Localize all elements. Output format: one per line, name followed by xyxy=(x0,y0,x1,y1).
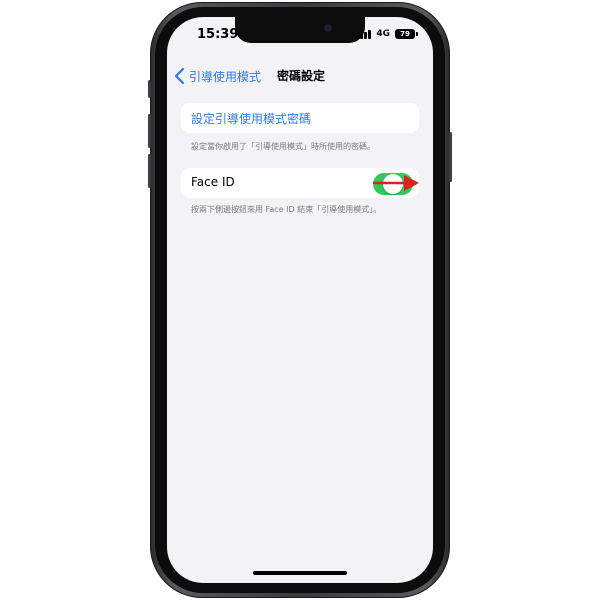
volume-up-button xyxy=(148,114,151,148)
phone-screen: 15:39 4G 79 引導使用模式 密碼設定 設定引導使用模式密碼 設定當你啟… xyxy=(167,17,433,583)
faceid-toggle[interactable] xyxy=(373,173,413,195)
phone-frame: 15:39 4G 79 引導使用模式 密碼設定 設定引導使用模式密碼 設定當你啟… xyxy=(148,2,452,598)
faceid-footnote: 按兩下側邊按鈕來用 Face ID 結束「引導使用模式」。 xyxy=(191,205,382,214)
stage: 15:39 4G 79 引導使用模式 密碼設定 設定引導使用模式密碼 設定當你啟… xyxy=(0,0,600,600)
toggle-knob xyxy=(383,174,403,194)
back-chevron-icon xyxy=(174,67,185,85)
passcode-footnote: 設定當你啟用了「引導使用模式」時所使用的密碼。 xyxy=(191,142,375,151)
back-button[interactable]: 引導使用模式 xyxy=(173,67,261,85)
side-button xyxy=(449,132,452,182)
mute-switch xyxy=(148,80,151,98)
faceid-row: Face ID xyxy=(181,168,419,198)
status-time: 15:39 xyxy=(197,27,239,42)
signal-icon xyxy=(356,29,372,39)
set-passcode-row[interactable]: 設定引導使用模式密碼 xyxy=(181,103,419,133)
navigation-bar: 引導使用模式 密碼設定 xyxy=(167,67,433,91)
volume-down-button xyxy=(148,154,151,188)
set-passcode-label: 設定引導使用模式密碼 xyxy=(191,112,312,126)
home-indicator[interactable] xyxy=(253,571,347,575)
faceid-label: Face ID xyxy=(191,175,235,189)
status-indicators: 4G 79 xyxy=(356,29,418,39)
notch xyxy=(235,17,365,43)
page-title: 密碼設定 xyxy=(277,69,326,83)
battery-level: 79 xyxy=(400,30,410,38)
network-type: 4G xyxy=(376,29,390,39)
battery-icon: 79 xyxy=(395,29,418,39)
back-button-label: 引導使用模式 xyxy=(189,69,262,84)
front-camera xyxy=(324,24,332,32)
